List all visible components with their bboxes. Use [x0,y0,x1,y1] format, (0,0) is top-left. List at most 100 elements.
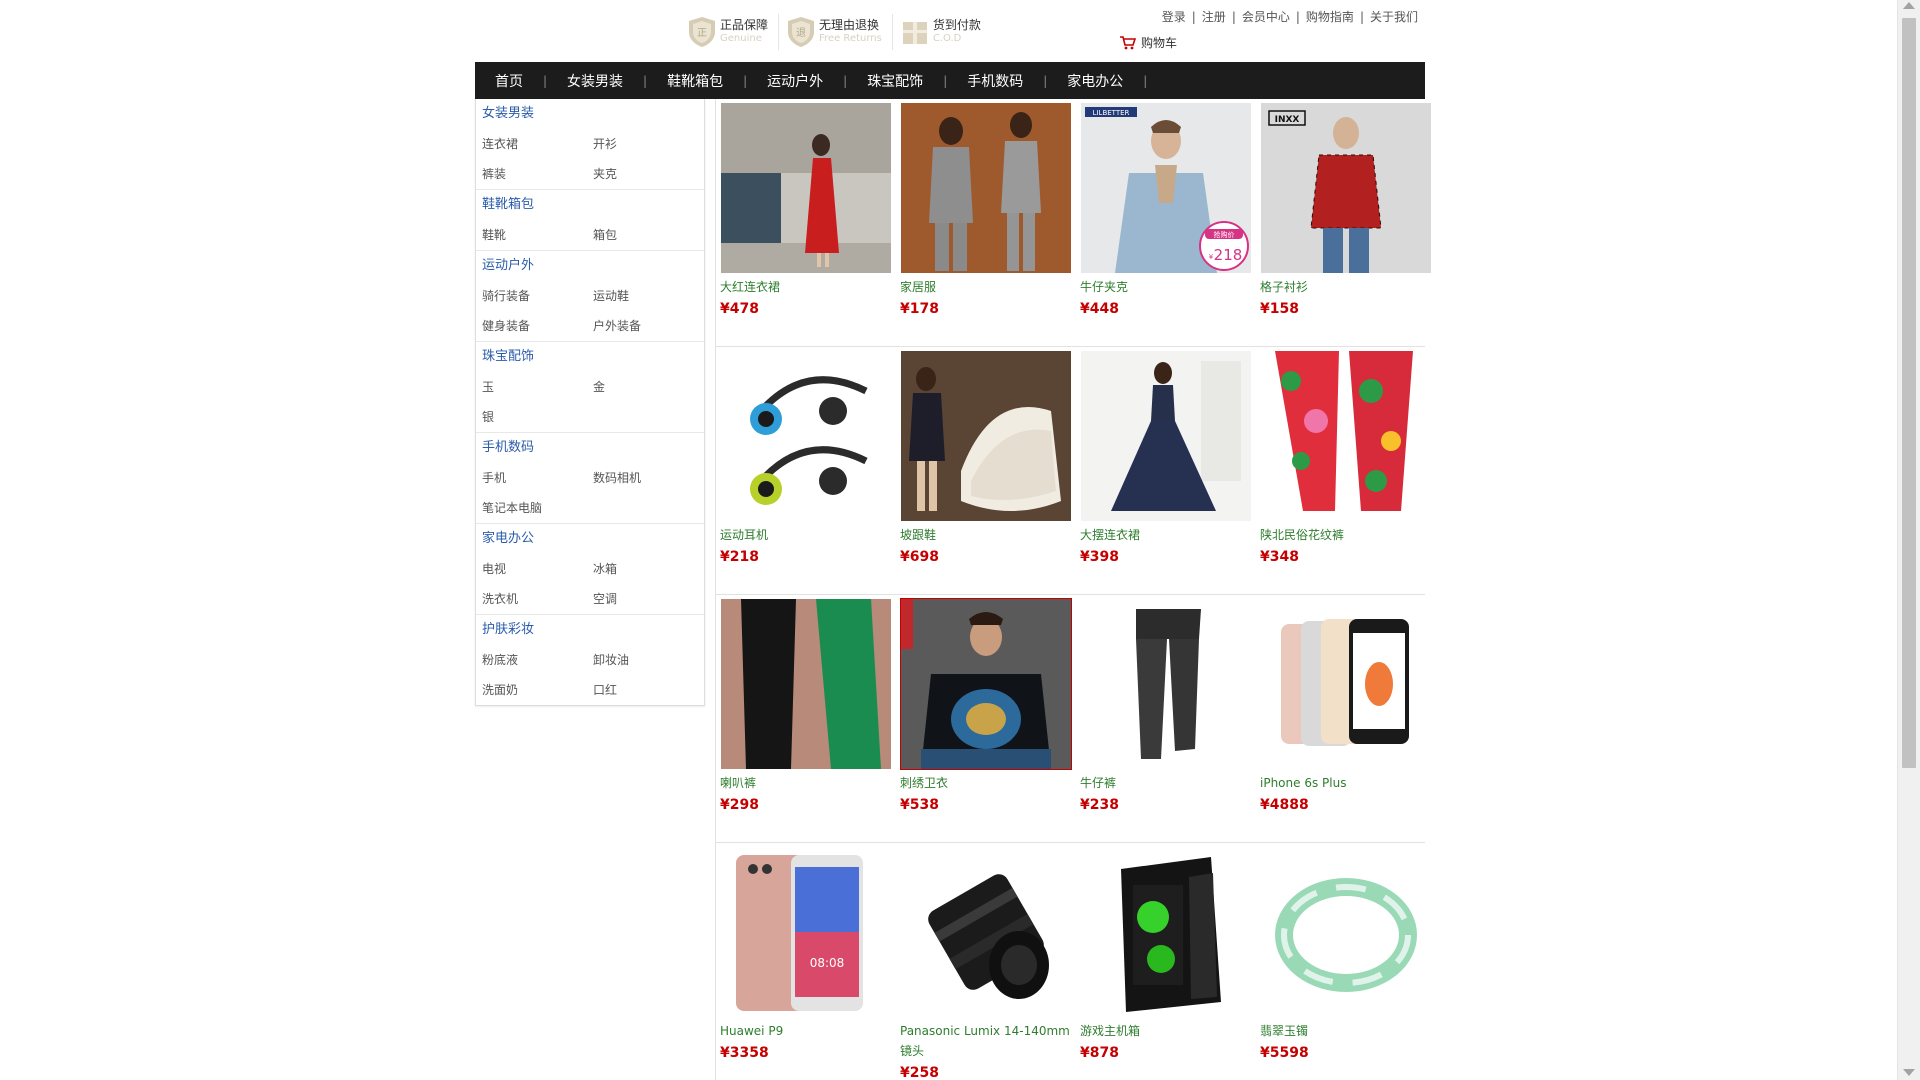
product-image[interactable] [720,350,892,522]
nav-clothing[interactable]: 女装男装 [547,71,643,91]
product-name[interactable]: 坡跟鞋 [900,525,1072,545]
product-image[interactable] [1260,598,1432,770]
nav-digital[interactable]: 手机数码 [947,71,1043,91]
category-item[interactable]: 户外装备 [587,311,698,341]
nav-appliances[interactable]: 家电办公 [1047,71,1143,91]
product-name[interactable]: 格子衬衫 [1260,277,1432,297]
product-card[interactable]: LILBETTER 抢购价 ¥ 218 牛仔夹克 ¥448 [1080,102,1252,334]
product-card[interactable]: 翡翠玉镯 ¥5598 [1260,846,1432,1078]
category-title[interactable]: 鞋靴箱包 [476,190,704,220]
vertical-scrollbar[interactable] [1897,0,1920,1080]
category-item[interactable]: 数码相机 [587,463,698,493]
about-us-link[interactable]: 关于我们 [1370,10,1418,24]
category-item[interactable]: 连衣裙 [476,129,587,159]
nav-home[interactable]: 首页 [475,71,543,91]
category-item[interactable]: 电视 [476,554,587,584]
category-item[interactable]: 夹克 [587,159,698,189]
register-link[interactable]: 注册 [1202,10,1226,24]
product-image[interactable] [1080,846,1252,1018]
category-title[interactable]: 手机数码 [476,433,704,463]
product-name[interactable]: Panasonic Lumix 14-140mm镜头 [900,1021,1072,1061]
product-image[interactable]: 08:08 [720,846,892,1018]
product-card[interactable]: 08:08 Huawei P9 ¥3358 [720,846,892,1078]
product-image[interactable] [900,102,1072,274]
product-card[interactable]: iPhone 6s Plus ¥4888 [1260,598,1432,830]
category-item[interactable]: 粉底液 [476,645,587,675]
product-name[interactable]: 运动耳机 [720,525,892,545]
product-image[interactable] [720,102,892,274]
category-item[interactable]: 裤装 [476,159,587,189]
category-item[interactable]: 鞋靴 [476,220,587,250]
category-item[interactable]: 健身装备 [476,311,587,341]
product-card[interactable]: 大摆连衣裙 ¥398 [1080,350,1252,582]
product-image[interactable] [900,598,1072,770]
product-card[interactable]: 牛仔裤 ¥238 [1080,598,1252,830]
product-card[interactable]: Panasonic Lumix 14-140mm镜头 ¥258 [900,846,1072,1080]
category-item[interactable]: 金 [587,372,698,402]
product-name[interactable]: 游戏主机箱 [1080,1021,1252,1041]
category-item[interactable]: 手机 [476,463,587,493]
product-card[interactable]: 坡跟鞋 ¥698 [900,350,1072,582]
category-item[interactable]: 开衫 [587,129,698,159]
product-card[interactable]: 游戏主机箱 ¥878 [1080,846,1252,1078]
category-item[interactable]: 箱包 [587,220,698,250]
category-item[interactable]: 运动鞋 [587,281,698,311]
product-name[interactable]: 家居服 [900,277,1072,297]
product-name[interactable]: 刺绣卫衣 [900,773,1072,793]
category-title[interactable]: 珠宝配饰 [476,342,704,372]
cart-label: 购物车 [1141,36,1178,50]
category-item[interactable]: 空调 [587,584,698,614]
product-card[interactable]: 家居服 ¥178 [900,102,1072,334]
category-item[interactable]: 笔记本电脑 [476,493,587,523]
nav-shoes-bags[interactable]: 鞋靴箱包 [647,71,743,91]
product-image[interactable] [900,846,1072,1018]
product-name[interactable]: 翡翠玉镯 [1260,1021,1432,1041]
category-item[interactable]: 卸妆油 [587,645,698,675]
category-item[interactable]: 玉 [476,372,587,402]
nav-jewelry[interactable]: 珠宝配饰 [847,71,943,91]
product-card[interactable]: 陕北民俗花纹裤 ¥348 [1260,350,1432,582]
category-item[interactable]: 骑行装备 [476,281,587,311]
product-card[interactable]: 大红连衣裙 ¥478 [720,102,892,334]
member-center-link[interactable]: 会员中心 [1242,10,1290,24]
category-item[interactable]: 洗衣机 [476,584,587,614]
category-title[interactable]: 女装男装 [476,99,704,129]
product-image[interactable]: INXX [1260,102,1432,274]
category-title[interactable]: 护肤彩妆 [476,615,704,645]
product-name[interactable]: 喇叭裤 [720,773,892,793]
product-card[interactable]: 运动耳机 ¥218 [720,350,892,582]
product-name[interactable]: 牛仔裤 [1080,773,1252,793]
login-link[interactable]: 登录 [1162,10,1186,24]
product-name[interactable]: 牛仔夹克 [1080,277,1252,297]
product-name[interactable]: 大红连衣裙 [720,277,892,297]
product-name[interactable]: iPhone 6s Plus [1260,773,1432,793]
product-name[interactable]: 陕北民俗花纹裤 [1260,525,1432,545]
product-image[interactable] [720,598,892,770]
product-image[interactable] [900,350,1072,522]
category-title[interactable]: 家电办公 [476,524,704,554]
product-image[interactable] [1080,350,1252,522]
category-item[interactable]: 银 [476,402,587,432]
product-image[interactable] [1080,598,1252,770]
product-card[interactable]: 刺绣卫衣 ¥538 [900,598,1072,830]
category-item[interactable]: 冰箱 [587,554,698,584]
category-item[interactable]: 洗面奶 [476,675,587,705]
product-price: ¥298 [720,797,759,813]
nav-sports[interactable]: 运动户外 [747,71,843,91]
product-image[interactable] [1260,350,1432,522]
category-group: 手机数码 手机 数码相机 笔记本电脑 [476,433,704,524]
shield-icon: 退 [788,17,815,47]
cart-link[interactable]: 购物车 [1120,34,1177,51]
product-card[interactable]: 喇叭裤 ¥298 [720,598,892,830]
product-image[interactable]: LILBETTER 抢购价 ¥ 218 [1080,102,1252,274]
scroll-down-arrow-icon[interactable] [1903,1069,1915,1076]
product-image[interactable] [1260,846,1432,1018]
product-name[interactable]: 大摆连衣裙 [1080,525,1252,545]
scrollbar-thumb[interactable] [1902,18,1916,768]
shopping-guide-link[interactable]: 购物指南 [1306,10,1354,24]
category-item[interactable]: 口红 [587,675,698,705]
product-card[interactable]: INXX 格子衬衫 ¥158 [1260,102,1432,334]
category-title[interactable]: 运动户外 [476,251,704,281]
scroll-up-arrow-icon[interactable] [1903,2,1915,9]
product-name[interactable]: Huawei P9 [720,1021,892,1041]
